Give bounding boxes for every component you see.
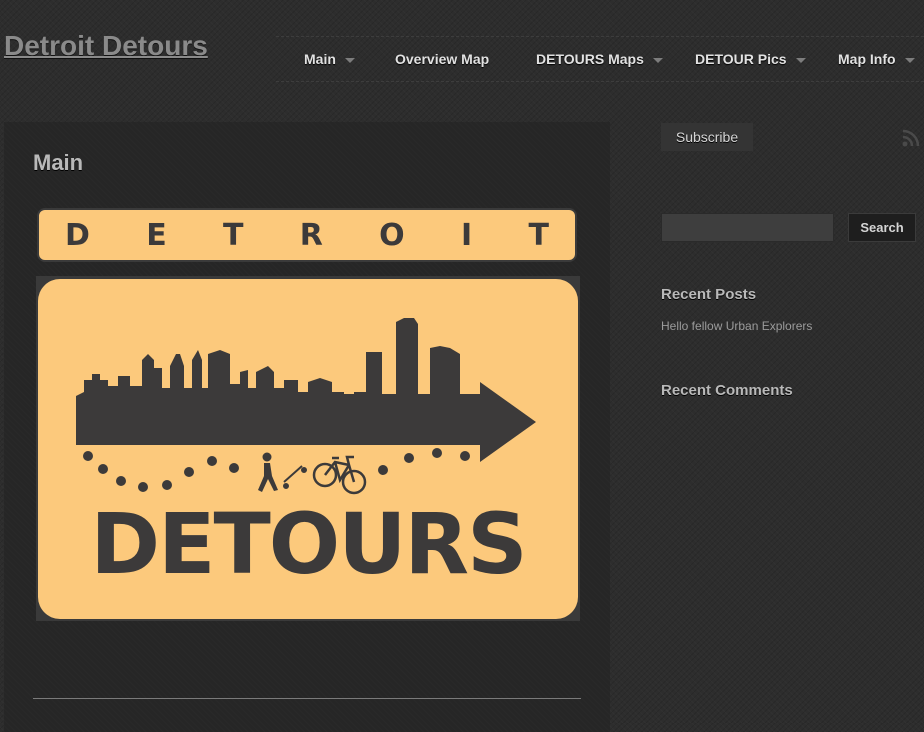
main-content: Main D E T R O I T DETOURS [4,122,610,732]
search-input[interactable] [661,213,834,242]
recent-post-link[interactable]: Hello fellow Urban Explorers [661,319,812,333]
recent-comments-title: Recent Comments [661,382,793,399]
rss-icon[interactable] [901,128,921,148]
detours-wordmark: DETOURS [90,495,525,593]
recent-posts-title: Recent Posts [661,286,757,303]
subscribe-button[interactable]: Subscribe [661,123,753,151]
detroit-banner: D E T R O I T [37,208,577,262]
banner-letter: T [223,217,244,253]
nav-item-label: DETOUR Pics [695,51,787,67]
nav-item-label: DETOURS Maps [536,51,644,67]
content-divider [33,698,581,699]
detours-logo: DETOURS [36,276,580,621]
search-button[interactable]: Search [848,213,916,242]
detroit-banner-word: D E T R O I T [39,210,575,260]
main-nav: Main Overview Map DETOURS Maps DETOUR Pi… [276,36,924,82]
banner-letter: O [379,217,405,253]
banner-letter: R [299,217,323,253]
nav-item-label: Main [304,51,336,67]
nav-item-detours-maps[interactable]: DETOURS Maps [536,37,663,81]
nav-item-map-info[interactable]: Map Info [838,37,915,81]
chevron-down-icon [904,57,915,63]
chevron-down-icon [652,57,663,63]
site-title-link[interactable]: Detroit Detours [4,30,208,62]
nav-item-label: Map Info [838,51,896,67]
page-title: Main [33,150,84,175]
nav-item-detour-pics[interactable]: DETOUR Pics [695,37,806,81]
banner-letter: D [65,217,90,253]
chevron-down-icon [344,57,355,63]
detours-logo-graphic: DETOURS [38,279,578,619]
banner-letter: I [460,217,473,253]
nav-item-label: Overview Map [395,51,490,67]
nav-item-overview-map[interactable]: Overview Map [395,37,489,81]
chevron-down-icon [795,57,806,63]
banner-letter: E [146,217,167,253]
nav-item-main[interactable]: Main [304,37,355,81]
banner-letter: T [528,217,549,253]
